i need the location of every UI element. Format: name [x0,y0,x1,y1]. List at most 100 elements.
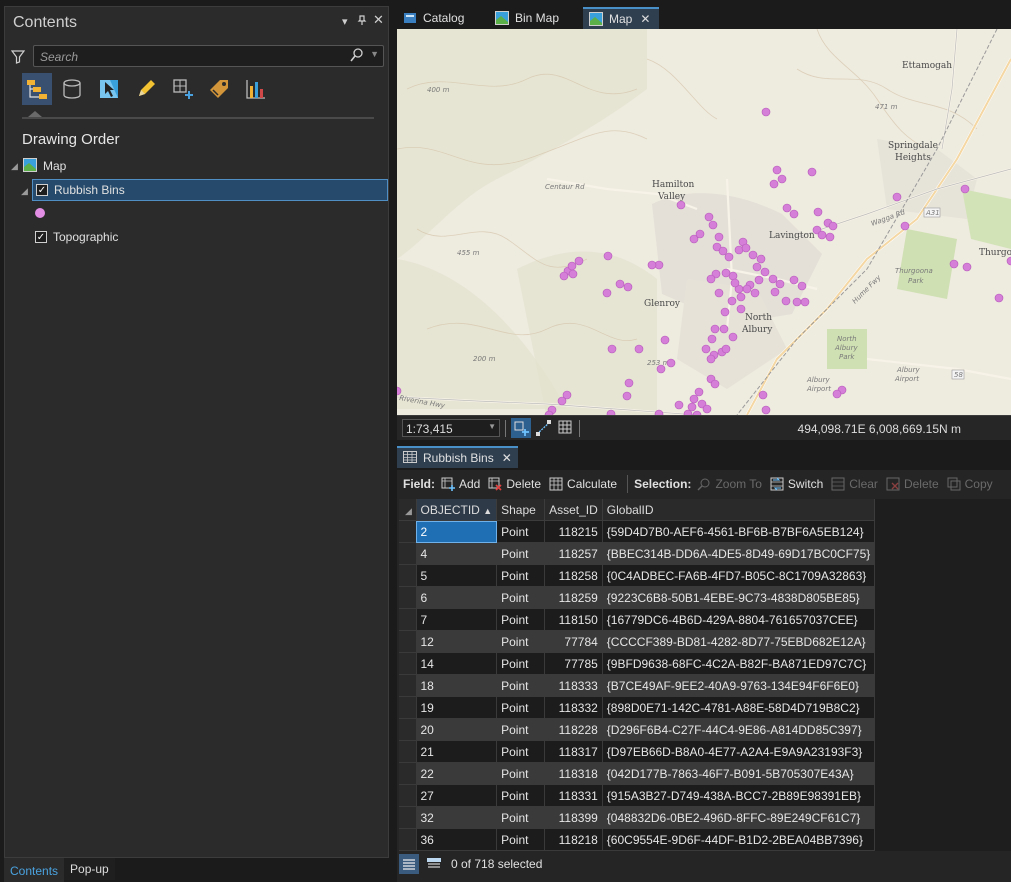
rubbish-bin-marker[interactable] [656,364,666,374]
tab-catalog[interactable]: Catalog [397,7,470,29]
cell-asset_id[interactable]: 118318 [544,762,603,785]
rubbish-bin-marker[interactable] [797,281,807,291]
rubbish-bin-marker[interactable] [676,200,686,210]
show-selected-records-icon[interactable] [427,858,441,870]
row-selector[interactable] [399,718,417,741]
table-row[interactable]: 5 Point 118258 {0C4ADBEC-FA6B-4FD7-B05C-8C1… [399,564,876,587]
rubbish-bin-marker[interactable] [760,267,770,277]
chevron-down-icon[interactable]: ▼ [370,49,379,59]
row-selector[interactable] [399,630,417,653]
tree-item-map[interactable]: ◢ Map [11,155,66,177]
rubbish-bin-marker[interactable] [721,268,731,278]
cell-globalid[interactable]: {042D177B-7863-46F7-B091-5B705307E43A} [602,762,876,785]
list-by-selection-icon[interactable] [94,73,124,105]
rubbish-bin-marker[interactable] [704,212,714,222]
clear-selection-button[interactable]: Clear [831,477,878,491]
cell-objectid[interactable]: 4 [416,542,498,565]
cell-objectid[interactable]: 20 [416,718,498,741]
cell-shape[interactable]: Point [496,674,546,697]
column-header-asset-id[interactable]: Asset_ID [544,499,603,521]
cell-globalid[interactable]: {60C9554E-9D6F-44DF-B1D2-2BEA04BB7396} [602,828,876,851]
layer-visibility-checkbox[interactable]: ✓ [36,184,48,196]
cell-shape[interactable]: Point [496,520,546,543]
rubbish-bin-marker[interactable] [781,296,791,306]
cell-globalid[interactable]: {CCCCF389-BD81-4282-8D77-75EBD682E12A} [602,630,876,653]
cell-asset_id[interactable]: 118150 [544,608,603,631]
rubbish-bin-marker[interactable] [813,207,823,217]
close-tab-icon[interactable]: ✕ [502,451,512,465]
row-selector[interactable] [399,652,417,675]
cell-objectid[interactable]: 6 [416,586,498,609]
cell-globalid[interactable]: {B7CE49AF-9EE2-40A9-9763-134E94F6F6E0} [602,674,876,697]
rubbish-bin-marker[interactable] [666,358,676,368]
row-selector[interactable] [399,564,417,587]
rubbish-bin-marker[interactable] [694,387,704,397]
table-row[interactable]: 18 Point 118333 {B7CE49AF-9EE2-40A9-9763-13… [399,674,876,697]
rubbish-bin-marker[interactable] [607,344,617,354]
rubbish-bin-marker[interactable] [557,396,567,406]
cell-objectid[interactable]: 14 [416,652,498,675]
cell-shape[interactable]: Point [496,542,546,565]
rubbish-bin-marker[interactable] [623,282,633,292]
cell-shape[interactable]: Point [496,784,546,807]
rubbish-bin-marker[interactable] [720,307,730,317]
cell-globalid[interactable]: {D296F6B4-C27F-44C4-9E86-A814DD85C397} [602,718,876,741]
rubbish-bin-marker[interactable] [736,304,746,314]
cell-asset_id[interactable]: 118259 [544,586,603,609]
rubbish-bin-marker[interactable] [714,288,724,298]
cell-asset_id[interactable]: 118218 [544,828,603,851]
rubbish-bin-marker[interactable] [900,221,910,231]
rubbish-bin-marker[interactable] [777,174,787,184]
cell-asset_id[interactable]: 77785 [544,652,603,675]
rubbish-bin-marker[interactable] [634,344,644,354]
cell-globalid[interactable]: {BBEC314B-DD6A-4DE5-8D49-69D17BC0CF75} [602,542,876,565]
rubbish-bin-marker[interactable] [960,184,970,194]
snapping-icon[interactable] [511,418,531,438]
rubbish-bin-marker[interactable] [701,344,711,354]
rubbish-bin-marker[interactable] [789,209,799,219]
cell-objectid[interactable]: 27 [416,784,498,807]
search-icon[interactable] [350,48,363,65]
grid-icon[interactable] [558,420,572,437]
rubbish-bin-marker[interactable] [768,274,778,284]
cell-asset_id[interactable]: 118333 [544,674,603,697]
row-selector[interactable] [399,608,417,631]
cell-objectid[interactable]: 21 [416,740,498,763]
rubbish-bin-marker[interactable] [660,335,670,345]
rubbish-bin-marker[interactable] [754,275,764,285]
rubbish-bin-marker[interactable] [727,296,737,306]
cell-objectid[interactable]: 19 [416,696,498,719]
rubbish-bin-marker[interactable] [714,232,724,242]
cell-objectid[interactable]: 18 [416,674,498,697]
cell-objectid[interactable]: 7 [416,608,498,631]
rubbish-bin-marker[interactable] [962,262,972,272]
table-row[interactable]: 6 Point 118259 {9223C6B8-50B1-4EBE-9C73-483… [399,586,876,609]
tab-popup[interactable]: Pop-up [64,858,115,880]
rubbish-bin-marker[interactable] [775,279,785,289]
layer-rubbish-bins[interactable]: ✓ Rubbish Bins [32,179,388,201]
chevron-down-icon[interactable]: ▼ [488,422,496,431]
rubbish-bin-marker[interactable] [741,243,751,253]
cell-globalid[interactable]: {59D4D7B0-AEF6-4561-BF6B-B7BF6A5EB124} [602,520,876,543]
cell-objectid[interactable]: 36 [416,828,498,851]
rubbish-bin-marker[interactable] [622,391,632,401]
map-canvas[interactable]: Ettamogah Springdale Heights Hamilton Va… [397,29,1011,415]
rubbish-bin-marker[interactable] [832,389,842,399]
row-selector[interactable] [399,806,417,829]
list-by-snapping-icon[interactable] [168,73,198,105]
rubbish-bin-marker[interactable] [724,252,734,262]
rubbish-bin-marker[interactable] [710,324,720,334]
map-view[interactable]: Ettamogah Springdale Heights Hamilton Va… [397,29,1011,415]
point-symbol-icon[interactable] [35,208,45,218]
row-selector[interactable] [399,784,417,807]
row-selector[interactable] [399,542,417,565]
constraints-icon[interactable] [535,419,553,440]
table-row[interactable]: 32 Point 118399 {048832D6-0BE2-496D-8FFC-89… [399,806,876,829]
cell-globalid[interactable]: {915A3B27-D749-438A-BCC7-2B89E98391EB} [602,784,876,807]
table-row[interactable]: 22 Point 118318 {042D177B-7863-46F7-B091-5B… [399,762,876,785]
rubbish-bin-marker[interactable] [706,354,716,364]
cell-objectid[interactable]: 5 [416,564,498,587]
cell-globalid[interactable]: {D97EB66D-B8A0-4E77-A2A4-E9A9A23193F3} [602,740,876,763]
cell-shape[interactable]: Point [496,828,546,851]
cell-asset_id[interactable]: 77784 [544,630,603,653]
